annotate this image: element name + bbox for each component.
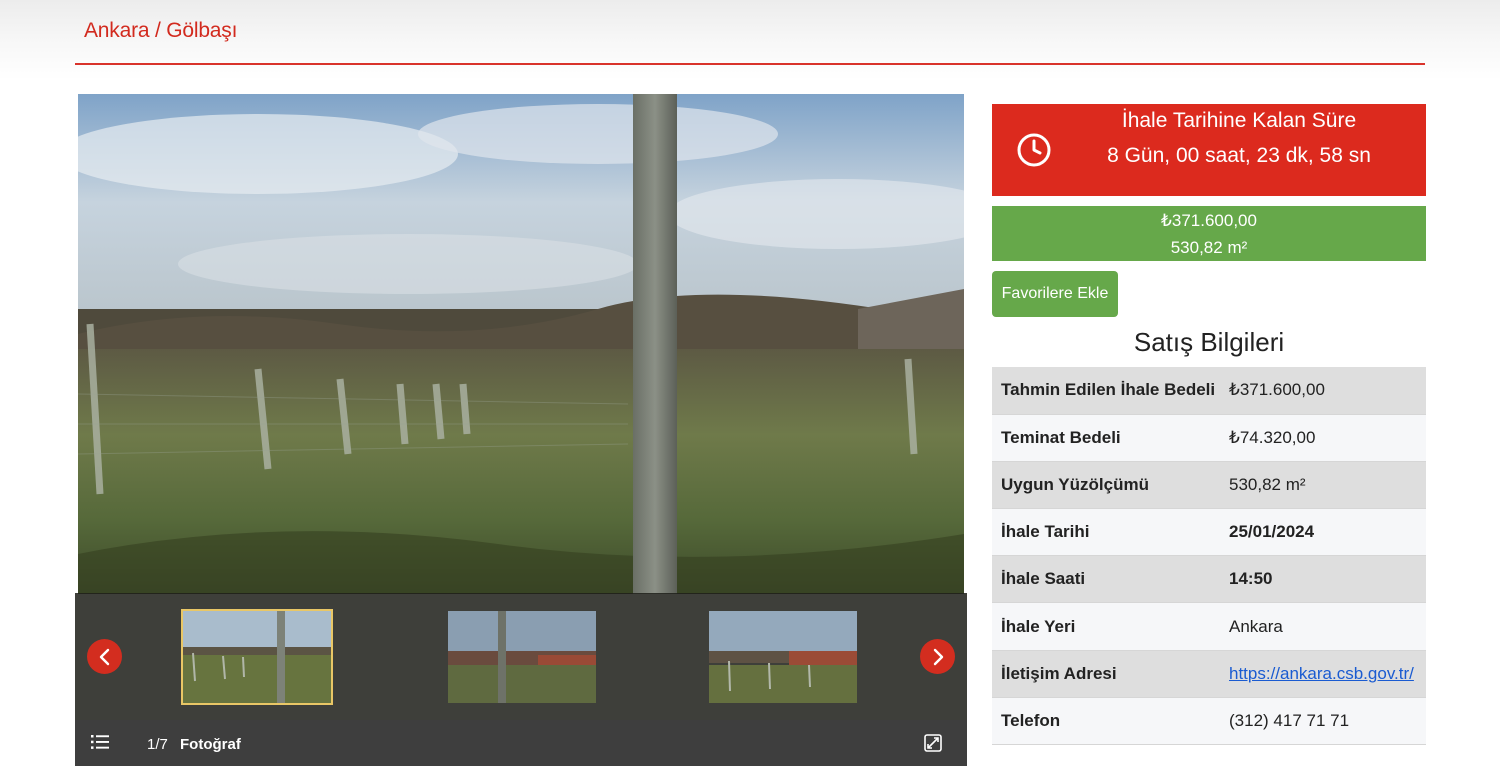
thumbnail-strip [75,593,967,720]
info-key: İhale Yeri [1001,616,1076,636]
list-icon [91,735,109,749]
photo-label: Fotoğraf [180,736,241,753]
info-key: İhale Saati [1001,569,1086,589]
info-value: 530,82 m² [1229,474,1306,494]
sale-info-table: Tahmin Edilen İhale Bedeli ₺371.600,00 T… [992,367,1426,745]
add-to-favorites-button[interactable]: Favorilere Ekle [992,271,1118,317]
countdown-panel: İhale Tarihine Kalan Süre 8 Gün, 00 saat… [992,104,1426,196]
table-row: Uygun Yüzölçümü 530,82 m² [992,461,1426,509]
info-value: https://ankara.csb.gov.tr/ [1229,650,1426,697]
next-photo-button[interactable] [920,639,955,674]
info-value: Ankara [1229,616,1283,636]
table-row: İhale Tarihi 25/01/2024 [992,508,1426,556]
breadcrumb[interactable]: Ankara / Gölbaşı [84,19,237,43]
thumbnail-1[interactable] [181,609,333,705]
info-key: Tahmin Edilen İhale Bedeli [1001,380,1216,400]
info-value: ₺371.600,00 [1229,380,1325,400]
table-row: Teminat Bedeli ₺74.320,00 [992,414,1426,462]
thumbnail-2[interactable] [448,611,596,703]
contact-address-link[interactable]: https://ankara.csb.gov.tr/ [1229,664,1414,683]
price-summary: ₺371.600,00 530,82 m² [992,206,1426,261]
summary-price: ₺371.600,00 [1161,211,1257,230]
info-key: İletişim Adresi [1001,663,1117,683]
info-value: (312) 417 71 71 [1229,710,1350,730]
info-value: ₺74.320,00 [1229,427,1316,447]
info-key: Uygun Yüzölçümü [1001,474,1149,494]
table-row: Tahmin Edilen İhale Bedeli ₺371.600,00 [992,367,1426,415]
chevron-left-icon [99,648,109,665]
table-row: İletişim Adresi https://ankara.csb.gov.t… [992,650,1426,698]
table-row: İhale Saati 14:50 [992,555,1426,603]
breadcrumb-divider [75,63,1425,65]
thumbnail-3[interactable] [709,611,857,703]
section-title: Satış Bilgileri [1133,327,1285,357]
summary-area: 530,82 m² [1170,238,1248,257]
land-photo [78,94,964,594]
countdown-title: İhale Tarihine Kalan Süre [1121,109,1357,132]
previous-photo-button[interactable] [87,639,122,674]
countdown-remaining: 8 Gün, 00 saat, 23 dk, 58 sn [1107,144,1371,167]
chevron-right-icon [933,648,943,665]
clock-icon [1017,133,1051,167]
table-row: Telefon (312) 417 71 71 [992,697,1426,745]
info-key: Telefon [1001,710,1061,730]
info-key: Teminat Bedeli [1001,427,1121,447]
gallery-footer: 1/7 Fotoğraf [75,720,967,766]
fullscreen-button[interactable] [924,734,942,757]
expand-icon [924,734,942,752]
photo-counter: 1/7 [147,736,168,753]
info-value: 25/01/2024 [1229,522,1315,542]
info-value: 14:50 [1229,569,1273,589]
table-row: İhale Yeri Ankara [992,602,1426,651]
main-photo[interactable] [78,94,964,594]
info-key: İhale Tarihi [1001,522,1090,542]
thumbnail-list-toggle[interactable] [91,735,109,754]
